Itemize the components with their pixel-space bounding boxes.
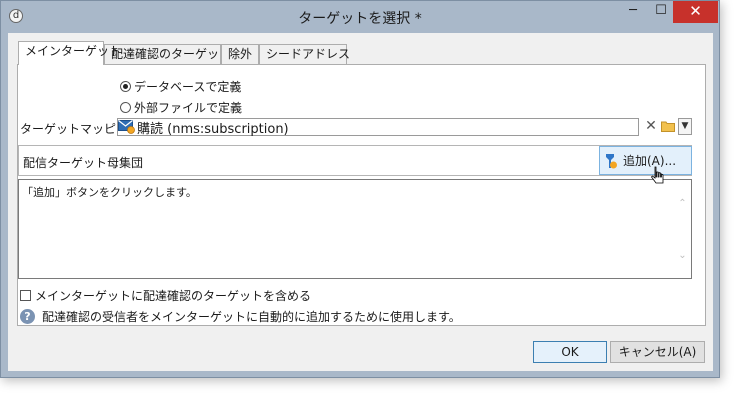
- scroll-down-icon[interactable]: ⌄: [676, 250, 689, 262]
- radio-database-label: データベースで定義: [134, 79, 242, 94]
- population-label: 配信ターゲット母集団: [23, 156, 144, 170]
- window-title: ターゲットを選択 *: [298, 11, 422, 27]
- scroll-up-icon[interactable]: ⌃: [676, 198, 689, 210]
- envelope-icon: [118, 120, 136, 134]
- tab-seed-addresses[interactable]: シードアドレス: [259, 44, 350, 64]
- help-icon: ?: [20, 308, 35, 324]
- chevron-down-icon[interactable]: ▼: [678, 118, 692, 135]
- population-message: 「追加」ボタンをクリックします。: [22, 186, 197, 199]
- info-text: 配達確認の受信者をメインターゲットに自動的に追加するために使用します。: [42, 309, 461, 324]
- close-icon[interactable]: ✕: [673, 1, 718, 23]
- cancel-button[interactable]: キャンセル(A): [610, 341, 705, 363]
- ok-button[interactable]: OK: [533, 341, 607, 363]
- info-row: ? 配達確認の受信者をメインターゲットに自動的に追加するために使用します。: [20, 307, 461, 325]
- radio-file-row[interactable]: 外部ファイルで定義: [120, 99, 242, 115]
- target-mapping-field[interactable]: 購読 (nms:subscription): [117, 118, 639, 137]
- add-button-label: 追加(A)...: [623, 154, 677, 168]
- dialog-window: d ターゲットを選択 * ─ ☐ ✕ メインターゲット 配達確認のターゲット 除…: [0, 0, 720, 378]
- mapping-value: 購読 (nms:subscription): [137, 121, 289, 137]
- radio-file-label: 外部ファイルで定義: [134, 100, 243, 115]
- population-header: 配信ターゲット母集団 追加(A)...: [18, 145, 692, 176]
- dialog-body: メインターゲット 配達確認のターゲット 除外 シードアドレス データベースで定義…: [8, 33, 713, 371]
- add-filter-icon: [606, 153, 617, 168]
- folder-icon[interactable]: [661, 120, 675, 132]
- tab-exclusions[interactable]: 除外: [221, 44, 259, 64]
- include-proof-checkbox[interactable]: [20, 289, 31, 301]
- add-button[interactable]: 追加(A)...: [599, 146, 692, 175]
- mouse-cursor-icon: [651, 166, 664, 184]
- title-bar[interactable]: d ターゲットを選択 * ─ ☐ ✕: [1, 1, 719, 33]
- maximize-icon[interactable]: ☐: [647, 1, 675, 23]
- radio-database[interactable]: [120, 80, 131, 92]
- include-proof-label: メインターゲットに配達確認のターゲットを含める: [35, 288, 312, 303]
- include-proof-row[interactable]: メインターゲットに配達確認のターゲットを含める: [20, 287, 311, 303]
- scrollbar[interactable]: ⌃ ⌄: [674, 180, 691, 278]
- population-list[interactable]: 「追加」ボタンをクリックします。 ⌃ ⌄: [18, 179, 692, 279]
- radio-database-row[interactable]: データベースで定義: [120, 78, 241, 94]
- clear-icon[interactable]: ✕: [644, 118, 658, 134]
- minimize-icon[interactable]: ─: [619, 1, 647, 23]
- radio-external-file[interactable]: [120, 101, 131, 113]
- tab-panel: データベースで定義 外部ファイルで定義 ターゲットマッピング: 購読 (nms:…: [17, 64, 706, 326]
- tab-main-target[interactable]: メインターゲット: [18, 41, 121, 65]
- tab-proof-target[interactable]: 配達確認のターゲット: [104, 44, 231, 64]
